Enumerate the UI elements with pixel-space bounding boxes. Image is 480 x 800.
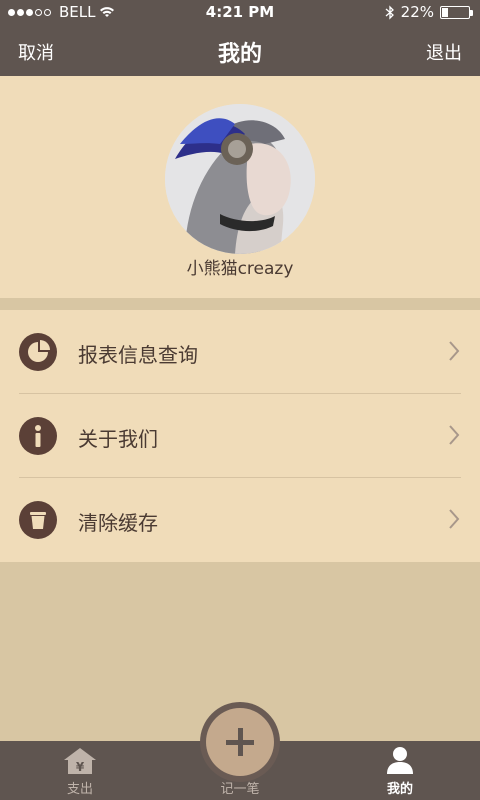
menu-label-report-query: 报表信息查询 [78, 343, 198, 367]
info-icon [19, 417, 57, 455]
svg-text:¥: ¥ [76, 760, 85, 774]
profile-header: 小熊猫creazy [0, 76, 480, 298]
menu-item-report-query[interactable]: 报表信息查询 [0, 310, 480, 394]
battery-icon [440, 5, 473, 19]
chevron-right-icon [449, 341, 460, 361]
add-record-button[interactable] [200, 702, 280, 782]
status-right: 22% [385, 3, 473, 21]
status-bar: BELL 4:21 PM 22% [0, 0, 480, 24]
avatar-image [165, 104, 315, 254]
house-yen-icon: ¥ [64, 748, 96, 774]
menu-item-clear-cache[interactable]: 清除缓存 [0, 478, 480, 562]
avatar[interactable] [165, 104, 315, 254]
menu-label-about-us: 关于我们 [78, 427, 158, 451]
tab-label-record: 记一笔 [220, 782, 260, 797]
tab-expense[interactable]: ¥ 支出 [30, 741, 130, 800]
battery-percent: 22% [400, 3, 434, 21]
tab-label-mine: 我的 [386, 782, 413, 797]
tab-mine[interactable]: 我的 [350, 741, 450, 800]
menu-label-clear-cache: 清除缓存 [78, 511, 158, 535]
nav-bar: 取消 我的 退出 [0, 24, 480, 76]
battery-fill [442, 7, 448, 17]
tab-label-expense: 支出 [66, 782, 93, 797]
page-title: 我的 [217, 42, 262, 67]
bluetooth-icon [385, 4, 394, 20]
user-icon [387, 747, 413, 774]
username: 小熊猫creazy [186, 259, 294, 279]
trash-icon [19, 501, 57, 539]
section-divider [0, 298, 480, 310]
plus-icon [206, 708, 274, 776]
settings-menu: 报表信息查询 关于我们 清除缓存 [0, 310, 480, 562]
pie-chart-icon [19, 333, 57, 371]
chevron-right-icon [449, 509, 460, 529]
chevron-right-icon [449, 425, 460, 445]
logout-button[interactable]: 退出 [426, 39, 462, 65]
menu-item-about-us[interactable]: 关于我们 [0, 394, 480, 478]
